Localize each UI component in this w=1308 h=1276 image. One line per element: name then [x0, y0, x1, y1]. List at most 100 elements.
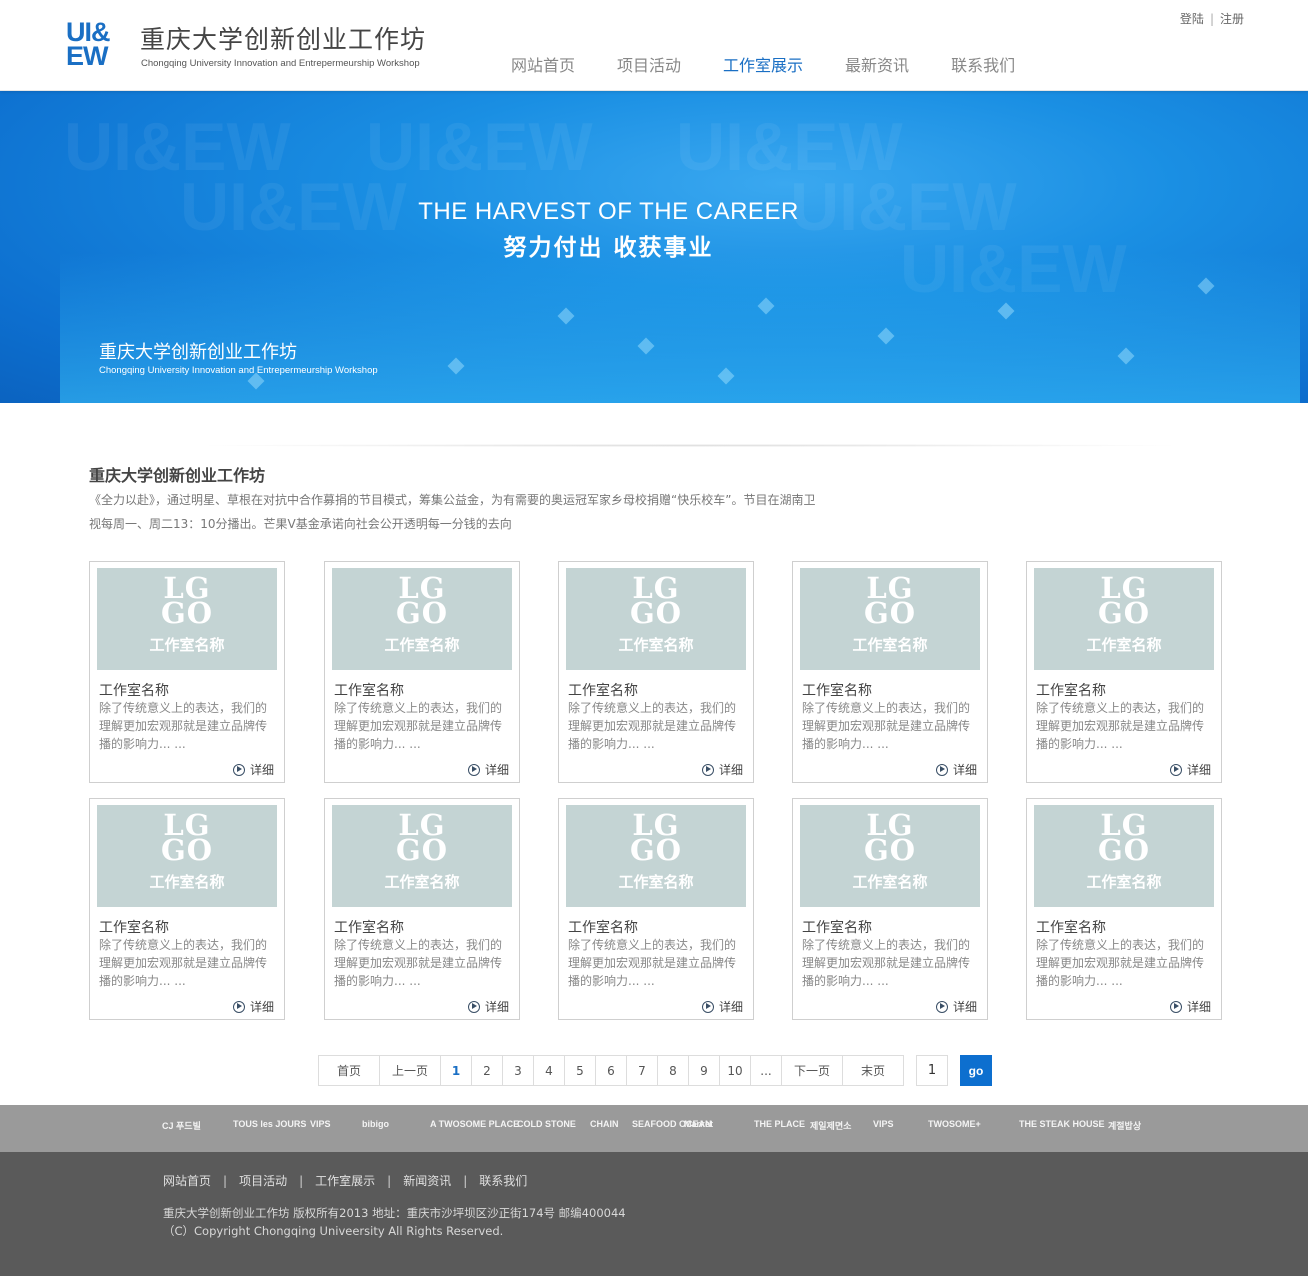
details-link[interactable]: 详细 [935, 998, 977, 1015]
studio-thumbnail[interactable]: LG GO 工作室名称 [332, 805, 512, 907]
nav-home[interactable]: 网站首页 [511, 52, 575, 76]
partner-logo[interactable]: CHAIN [590, 1119, 619, 1129]
thumbnail-studio-name: 工作室名称 [149, 636, 225, 654]
register-link[interactable]: 注册 [1220, 12, 1244, 26]
nav-projects[interactable]: 项目活动 [617, 52, 681, 76]
studio-thumbnail[interactable]: LG GO 工作室名称 [97, 568, 277, 670]
footer-link-contact[interactable]: 联系我们 [479, 1174, 527, 1188]
details-label: 详细 [952, 763, 977, 777]
thumbnail-studio-name: 工作室名称 [618, 636, 694, 654]
page-number-button[interactable]: 9 [688, 1055, 720, 1086]
page-number-button[interactable]: 10 [719, 1055, 751, 1086]
page-number-button[interactable]: 3 [502, 1055, 534, 1086]
partner-logo[interactable]: VIPS [310, 1119, 331, 1129]
studio-name[interactable]: 工作室名称 [99, 917, 169, 937]
footer-link-projects[interactable]: 项目活动 [239, 1174, 287, 1188]
studio-name[interactable]: 工作室名称 [568, 680, 638, 700]
studio-thumbnail[interactable]: LG GO 工作室名称 [1034, 805, 1214, 907]
details-link[interactable]: 详细 [701, 998, 743, 1015]
studio-card[interactable]: LG GO 工作室名称 工作室名称 除了传统意义上的表达，我们的理解更加宏观那就是建立品… [558, 561, 754, 783]
studio-thumbnail[interactable]: LG GO 工作室名称 [566, 805, 746, 907]
details-label: 详细 [718, 1000, 743, 1014]
studio-name[interactable]: 工作室名称 [334, 680, 404, 700]
page-number-button[interactable]: 2 [471, 1055, 503, 1086]
details-link[interactable]: 详细 [935, 761, 977, 778]
nav-news[interactable]: 最新资讯 [845, 52, 909, 76]
login-link[interactable]: 登陆 [1180, 12, 1204, 26]
page-number-button[interactable]: 1 [440, 1055, 472, 1086]
page-number-button[interactable]: 4 [533, 1055, 565, 1086]
partner-logo[interactable]: A TWOSOME PLACE [430, 1119, 519, 1129]
prev-page-button[interactable]: 上一页 [379, 1055, 441, 1086]
studio-card[interactable]: LG GO 工作室名称 工作室名称 除了传统意义上的表达，我们的理解更加宏观那就是建立品… [89, 561, 285, 783]
details-link[interactable]: 详细 [467, 998, 509, 1015]
studio-description: 除了传统意义上的表达，我们的理解更加宏观那就是建立品牌传播的影响力... ... [1036, 938, 1205, 988]
studio-name[interactable]: 工作室名称 [1036, 917, 1106, 937]
studio-thumbnail[interactable]: LG GO 工作室名称 [1034, 568, 1214, 670]
studio-card[interactable]: LG GO 工作室名称工作室名称 除了传统意义上的表达，我们的理解更加宏观那就是建立品… [1026, 798, 1222, 1020]
partner-logo[interactable]: COLD STONE [517, 1119, 576, 1129]
last-page-button[interactable]: 末页 [842, 1055, 904, 1086]
partner-logo[interactable]: CJ 푸드빌 [162, 1119, 201, 1132]
studio-thumbnail[interactable]: LG GO 工作室名称 [566, 568, 746, 670]
nav-studio-showcase[interactable]: 工作室展示 [723, 52, 803, 76]
studio-thumbnail[interactable]: LG GO 工作室名称 [800, 805, 980, 907]
studio-name[interactable]: 工作室名称 [334, 917, 404, 937]
footer-link-news[interactable]: 新闻资讯 [403, 1174, 451, 1188]
next-page-button[interactable]: 下一页 [781, 1055, 843, 1086]
nav-contact[interactable]: 联系我们 [951, 52, 1015, 76]
partner-logo[interactable]: Market [684, 1119, 713, 1129]
studio-description: 除了传统意义上的表达，我们的理解更加宏观那就是建立品牌传播的影响力... ... [99, 701, 268, 751]
partner-logo[interactable]: 계절밥상 [1108, 1119, 1141, 1132]
page-number-button[interactable]: 6 [595, 1055, 627, 1086]
partner-logo[interactable]: VIPS [873, 1119, 894, 1129]
details-link[interactable]: 详细 [467, 761, 509, 778]
studio-thumbnail[interactable]: LG GO 工作室名称 [97, 805, 277, 907]
studio-name[interactable]: 工作室名称 [802, 680, 872, 700]
first-page-button[interactable]: 首页 [318, 1055, 380, 1086]
studio-card[interactable]: LG GO 工作室名称 工作室名称 除了传统意义上的表达，我们的理解更加宏观那就是建立品… [1026, 561, 1222, 783]
banner-subtitle-cn: 重庆大学创新创业工作坊 [99, 342, 297, 363]
studio-name[interactable]: 工作室名称 [99, 680, 169, 700]
details-link[interactable]: 详细 [1169, 761, 1211, 778]
footer-link-home[interactable]: 网站首页 [163, 1174, 211, 1188]
partner-logo[interactable]: bibigo [362, 1119, 389, 1129]
partner-logo[interactable]: TWOSOME+ [928, 1119, 981, 1129]
studio-name[interactable]: 工作室名称 [1036, 680, 1106, 700]
studio-name[interactable]: 工作室名称 [802, 917, 872, 937]
details-link[interactable]: 详细 [232, 761, 274, 778]
studio-card[interactable]: LG GO 工作室名称 工作室名称 除了传统意义上的表达，我们的理解更加宏观那就是建立品… [792, 561, 988, 783]
hero-banner: UI&EW UI&EW UI&EW UI&EW UI&EW UI&EW THE … [0, 90, 1308, 403]
studio-card[interactable]: LG GO 工作室名称 工作室名称 除了传统意义上的表达，我们的理解更加宏观那就是建立品… [89, 798, 285, 1020]
footer-links: 网站首页 | 项目活动 | 工作室展示 | 新闻资讯 | 联系我们 [163, 1172, 527, 1189]
page-number-input[interactable]: 1 [916, 1055, 948, 1086]
top-links: 登陆 | 注册 [1180, 10, 1244, 27]
page-number-button[interactable]: 5 [564, 1055, 596, 1086]
logo-mark[interactable]: UI& EW [66, 19, 134, 72]
studio-card[interactable]: LG GO 工作室名称 工作室名称 除了传统意义上的表达，我们的理解更加宏观那就是建立品… [324, 561, 520, 783]
studio-card[interactable]: LG GO 工作室名称 工作室名称 除了传统意义上的表达，我们的理解更加宏观那就是建立品… [558, 798, 754, 1020]
partner-logo[interactable]: TOUS les JOURS [233, 1119, 306, 1129]
studio-name[interactable]: 工作室名称 [568, 917, 638, 937]
partner-logo[interactable]: 제일제면소 [810, 1119, 851, 1132]
thumbnail-studio-name: 工作室名称 [618, 873, 694, 891]
page-ellipsis[interactable]: ... [750, 1055, 782, 1086]
banner-title-en: THE HARVEST OF THE CAREER [418, 198, 799, 225]
play-circle-icon [935, 1000, 948, 1013]
partner-logo[interactable]: THE STEAK HOUSE [1019, 1119, 1105, 1129]
go-button[interactable]: go [960, 1055, 992, 1086]
footer-link-studio[interactable]: 工作室展示 [315, 1174, 375, 1188]
main-nav: 网站首页 项目活动 工作室展示 最新资讯 联系我们 [511, 52, 1057, 76]
studio-card[interactable]: LG GO 工作室名称 工作室名称 除了传统意义上的表达，我们的理解更加宏观那就是建立品… [792, 798, 988, 1020]
details-link[interactable]: 详细 [1169, 998, 1211, 1015]
studio-card[interactable]: LG GO 工作室名称 工作室名称 除了传统意义上的表达，我们的理解更加宏观那就是建立品… [324, 798, 520, 1020]
partner-logo[interactable]: THE PLACE [754, 1119, 805, 1129]
details-link[interactable]: 详细 [701, 761, 743, 778]
footer-separator: | [223, 1174, 228, 1188]
studio-thumbnail[interactable]: LG GO 工作室名称 [800, 568, 980, 670]
details-link[interactable]: 详细 [232, 998, 274, 1015]
page-number-button[interactable]: 8 [657, 1055, 689, 1086]
studio-logo-bottom: GO [1097, 596, 1151, 630]
studio-thumbnail[interactable]: LG GO 工作室名称 [332, 568, 512, 670]
page-number-button[interactable]: 7 [626, 1055, 658, 1086]
